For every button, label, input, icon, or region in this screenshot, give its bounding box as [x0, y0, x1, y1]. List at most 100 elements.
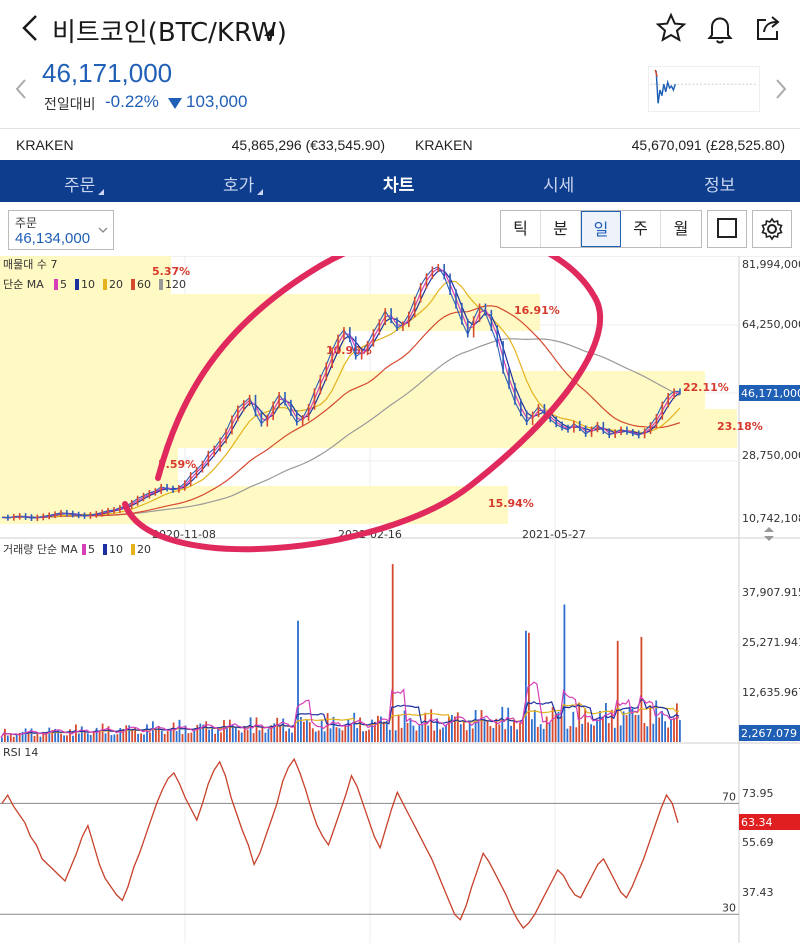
tab-orderbook[interactable]: 호가: [223, 171, 264, 196]
volume-bar: [498, 724, 501, 742]
diff-percent: -0.22%: [105, 92, 159, 111]
volume-bar: [217, 729, 219, 742]
tab-chart[interactable]: 차트: [383, 171, 414, 196]
mini-chart[interactable]: [648, 66, 760, 112]
volume-bar: [468, 722, 471, 742]
volume-bar: [397, 714, 400, 742]
volume-bar: [229, 719, 231, 742]
diff-amount: 103,000: [186, 92, 248, 111]
volume-legend: 거래량 단순 MA: [3, 543, 78, 556]
bell-icon[interactable]: [704, 12, 736, 44]
volume-bar: [131, 728, 134, 742]
volume-bar: [193, 730, 196, 742]
volume-bar: [353, 712, 356, 742]
volume-bar: [288, 728, 290, 742]
chart-controls: 주문 46,134,000 틱 분 일 주 월: [0, 202, 800, 256]
period-minute[interactable]: 분: [541, 211, 581, 247]
volume-bar: [459, 724, 462, 742]
period-month[interactable]: 월: [661, 211, 701, 247]
diff-label: 전일대비: [44, 97, 96, 113]
volume-bar: [382, 721, 385, 742]
volume-bar: [415, 730, 418, 742]
volume-bar: [605, 703, 607, 742]
volume-bar: [613, 727, 616, 742]
volume-bar: [169, 730, 172, 742]
next-coin-icon[interactable]: [774, 78, 788, 100]
volume-bar: [110, 735, 113, 742]
volume-bar: [439, 729, 441, 742]
volume-bar: [125, 725, 128, 742]
rsi-series-line: [1, 757, 679, 930]
volume-bar: [400, 727, 403, 742]
ma-swatch-20: [103, 279, 107, 290]
volume-bar: [303, 721, 305, 742]
volume-bar: [581, 723, 584, 742]
rsi-y-label: 55.69: [742, 836, 774, 849]
split-handle[interactable]: [764, 527, 774, 541]
volume-bar: [155, 729, 157, 742]
volume-bar: [78, 733, 80, 742]
chevron-left-icon[interactable]: [18, 12, 44, 44]
volume-bar: [279, 725, 282, 742]
volume-y-label: 25,271.941: [742, 636, 800, 649]
star-icon[interactable]: [655, 12, 687, 44]
order-select[interactable]: 주문 46,134,000: [8, 210, 114, 250]
volume-bar: [667, 727, 669, 742]
period-tick[interactable]: 틱: [501, 211, 541, 247]
volume-y-label: 37,907.915: [742, 586, 800, 599]
volume-bar: [113, 734, 116, 742]
legend-volume-profile: 매물대 수 7: [3, 258, 57, 271]
volume-bar: [640, 636, 643, 742]
volume-bar: [211, 727, 213, 742]
volume-bar: [385, 721, 388, 742]
volume-bar: [341, 730, 344, 742]
chart-settings-button[interactable]: [752, 210, 792, 248]
gear-icon: [761, 217, 783, 241]
exchange-prices: KRAKEN 45,865,296 (€33,545.90) KRAKEN 45…: [0, 128, 800, 160]
volume-bar: [140, 733, 142, 742]
volume-bar: [649, 705, 652, 742]
volume-bar: [501, 706, 504, 742]
legend-ma-label: 단순 MA: [3, 278, 44, 291]
volume-y-axis: 37,907.915 25,271.941 12,635.967: [742, 586, 800, 699]
period-week[interactable]: 주: [621, 211, 661, 247]
fullscreen-button[interactable]: [707, 210, 747, 248]
volume-bar: [4, 728, 6, 742]
ma-period-60: 60: [137, 278, 151, 291]
volume-bar: [619, 725, 622, 742]
volume-bar: [625, 715, 628, 742]
volume-bar: [267, 728, 270, 742]
tab-label: 호가: [223, 176, 255, 196]
tab-order[interactable]: 주문: [64, 171, 105, 196]
prev-coin-icon[interactable]: [14, 78, 28, 100]
volume-bar: [223, 720, 225, 742]
volume-bar: [226, 727, 228, 742]
volume-bar: [314, 731, 317, 742]
vp-label: 23.18%: [717, 420, 763, 433]
chart-area[interactable]: 매물대 수 7 단순 MA 5 10 20 60 120 5.37%16.91%10.9…: [0, 256, 800, 943]
tab-quotes[interactable]: 시세: [543, 171, 574, 196]
vol-ma-swatch-20: [131, 544, 135, 555]
vp-band: [0, 448, 178, 486]
tab-label: 주문: [64, 176, 96, 196]
volume-bar: [356, 728, 359, 742]
price-y-label: 28,750,000: [742, 449, 800, 462]
ma-swatch-5: [54, 279, 58, 290]
period-day[interactable]: 일: [581, 211, 621, 247]
volume-bar: [622, 711, 625, 742]
page-title[interactable]: 비트코인(BTC/KRW): [52, 12, 287, 49]
volume-bar: [427, 725, 430, 742]
volume-bar: [590, 724, 592, 742]
volume-bar: [634, 714, 637, 742]
volume-bar: [86, 733, 89, 742]
top-bar: 비트코인(BTC/KRW): [0, 0, 800, 56]
volume-bar: [507, 707, 510, 742]
volume-bar: [643, 723, 646, 742]
volume-bar: [536, 726, 539, 742]
vp-label: 16.91%: [514, 304, 560, 317]
tab-info[interactable]: 정보: [704, 171, 735, 196]
volume-bar: [637, 714, 640, 742]
share-icon[interactable]: [752, 12, 784, 44]
volume-bar: [599, 711, 601, 742]
title-dropdown-icon[interactable]: [264, 26, 274, 36]
